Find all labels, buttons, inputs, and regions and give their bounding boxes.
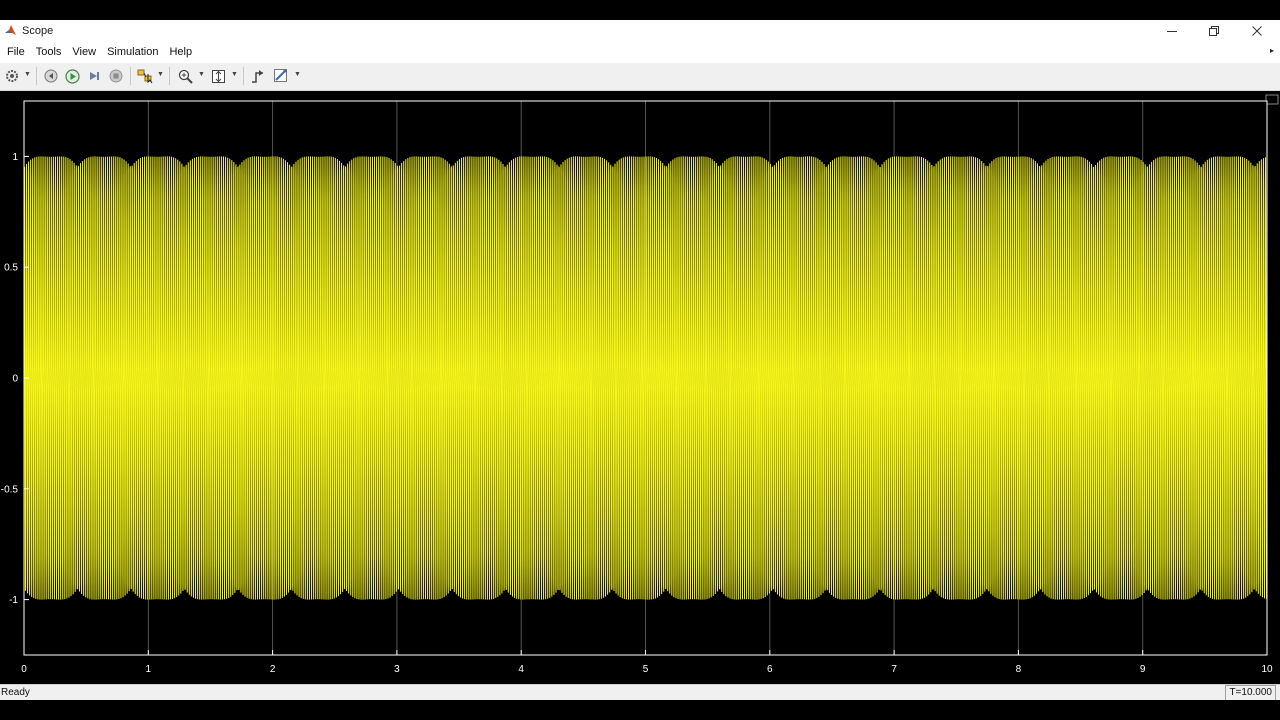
toolbar-separator bbox=[130, 67, 131, 85]
toolbar-separator bbox=[36, 67, 37, 85]
signal-trace bbox=[23, 156, 1268, 600]
zoom-button[interactable] bbox=[177, 68, 193, 84]
highlight-dropdown-arrow-icon[interactable]: ▼ bbox=[157, 71, 164, 78]
menu-view[interactable]: View bbox=[72, 46, 96, 58]
stop-icon bbox=[109, 69, 123, 83]
x-tick-label: 8 bbox=[1016, 664, 1022, 675]
restore-button[interactable] bbox=[1194, 20, 1234, 41]
scope-display[interactable]: 0 1 2 3 4 5 6 7 8 9 10 1 0.5 0 -0.5 -1 bbox=[0, 91, 1280, 686]
menu-bar: File Tools View Simulation Help ▸ bbox=[0, 41, 1280, 63]
x-tick-label: 1 bbox=[146, 664, 152, 675]
status-text: Ready bbox=[1, 687, 30, 698]
window-title: Scope bbox=[22, 24, 54, 37]
menu-simulation[interactable]: Simulation bbox=[107, 46, 158, 58]
restore-icon bbox=[1209, 25, 1219, 36]
menu-help[interactable]: Help bbox=[169, 46, 192, 58]
x-tick-label: 6 bbox=[767, 664, 773, 675]
undock-axes-icon[interactable] bbox=[1265, 94, 1279, 105]
toolbar-separator bbox=[169, 67, 170, 85]
toolbar: ▼ ▼ ▼ ▼ ▼ bbox=[0, 63, 1280, 91]
close-button[interactable] bbox=[1237, 20, 1277, 41]
scope-plot-svg[interactable]: 0 1 2 3 4 5 6 7 8 9 10 1 0.5 0 -0.5 -1 bbox=[0, 91, 1280, 686]
highlight-block-button[interactable] bbox=[137, 68, 153, 84]
menu-tools[interactable]: Tools bbox=[36, 46, 62, 58]
scale-axes-icon bbox=[211, 69, 225, 83]
scale-axes-button[interactable] bbox=[210, 68, 226, 84]
zoom-icon bbox=[178, 69, 193, 84]
configuration-gear-icon bbox=[6, 70, 18, 82]
y-tick-label: 1 bbox=[12, 152, 18, 163]
step-back-button[interactable] bbox=[43, 68, 59, 84]
measurements-button[interactable] bbox=[273, 68, 289, 84]
close-icon bbox=[1252, 25, 1262, 36]
run-icon bbox=[64, 68, 80, 84]
triggers-button[interactable] bbox=[249, 68, 265, 84]
measurements-dropdown-arrow-icon[interactable]: ▼ bbox=[294, 71, 301, 78]
step-back-icon bbox=[44, 69, 58, 83]
scope-window: Scope File Tools View Simulation Help ▸ bbox=[0, 20, 1280, 700]
configuration-button[interactable] bbox=[4, 68, 20, 84]
configuration-dropdown-arrow-icon[interactable]: ▼ bbox=[24, 71, 31, 78]
x-tick-label: 3 bbox=[394, 664, 400, 675]
step-forward-button[interactable] bbox=[86, 68, 102, 84]
x-tick-label: 10 bbox=[1261, 664, 1273, 675]
y-tick-label: -0.5 bbox=[1, 484, 19, 495]
menu-file[interactable]: File bbox=[7, 46, 25, 58]
collapse-toolstrip-icon[interactable]: ▸ bbox=[1270, 46, 1274, 55]
simulation-time-readout: T=10.000 bbox=[1225, 685, 1276, 700]
zoom-dropdown-arrow-icon[interactable]: ▼ bbox=[198, 71, 205, 78]
x-tick-label: 5 bbox=[643, 664, 649, 675]
status-bar: Ready T=10.000 bbox=[0, 684, 1280, 700]
toolbar-separator bbox=[243, 67, 244, 85]
y-tick-label: 0 bbox=[12, 374, 18, 385]
run-button[interactable] bbox=[64, 68, 80, 84]
measurements-icon bbox=[274, 69, 287, 82]
step-forward-icon bbox=[90, 72, 99, 80]
title-bar[interactable]: Scope bbox=[0, 20, 1280, 41]
x-tick-label: 9 bbox=[1140, 664, 1146, 675]
matlab-logo-icon bbox=[3, 24, 17, 38]
minimize-button[interactable] bbox=[1152, 20, 1192, 41]
y-tick-label: 0.5 bbox=[4, 263, 18, 274]
x-tick-label: 0 bbox=[21, 664, 27, 675]
x-tick-label: 7 bbox=[891, 664, 897, 675]
minimize-icon bbox=[1167, 30, 1177, 32]
highlight-simulink-block-icon bbox=[137, 69, 153, 84]
x-tick-label: 2 bbox=[270, 664, 276, 675]
triggers-icon bbox=[251, 69, 263, 83]
y-tick-label: -1 bbox=[9, 595, 18, 606]
scale-dropdown-arrow-icon[interactable]: ▼ bbox=[231, 71, 238, 78]
stop-button[interactable] bbox=[108, 68, 124, 84]
x-tick-label: 4 bbox=[518, 664, 524, 675]
